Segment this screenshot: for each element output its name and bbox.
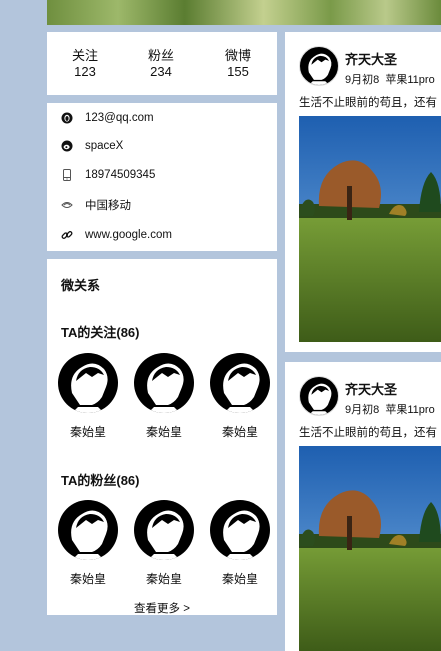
avatar[interactable] <box>210 500 270 560</box>
user-name: 秦始皇 <box>69 425 106 439</box>
carrier-text: 中国移动 <box>85 200 131 212</box>
post-device: 苹果11pro <box>385 74 435 86</box>
view-more-link[interactable]: 查看更多 > <box>47 600 277 616</box>
stat-label: 微博 <box>224 48 251 63</box>
avatar[interactable] <box>58 353 118 413</box>
user-name: 秦始皇 <box>145 572 182 586</box>
link-icon <box>61 229 73 241</box>
post-card: 齐天大圣 9月初8 苹果11pro 生活不止眼前的苟且，还有 <box>285 32 441 352</box>
avatar[interactable] <box>134 500 194 560</box>
stat-label: 粉丝 <box>147 48 174 63</box>
info-phone: 18974509345 <box>61 166 155 184</box>
stat-label: 关注 <box>71 48 98 63</box>
carrier-icon <box>61 199 73 211</box>
followers-title[interactable]: TA的粉丝(86) <box>61 470 139 489</box>
profile-banner <box>47 0 441 25</box>
post-device: 苹果11pro <box>385 404 435 416</box>
username-text: spaceX <box>85 140 124 152</box>
following-user[interactable]: 秦始皇 <box>133 353 195 440</box>
post-author[interactable]: 齐天大圣 <box>345 49 397 68</box>
stat-value: 234 <box>150 64 172 79</box>
email-text: 123@qq.com <box>85 112 154 124</box>
website-link[interactable]: www.google.com <box>85 229 172 241</box>
post-avatar[interactable] <box>299 46 339 86</box>
info-website[interactable]: www.google.com <box>61 226 172 244</box>
post-meta: 9月初8 苹果11pro <box>345 71 435 87</box>
relations-card: 微关系 TA的关注(86) 秦始皇 秦始皇 秦始皇 TA的粉丝(86) 秦始皇 … <box>47 259 277 615</box>
user-name: 秦始皇 <box>221 425 258 439</box>
info-carrier: 中国移动 <box>61 196 131 214</box>
post-date: 9月初8 <box>345 74 380 86</box>
info-email: 123@qq.com <box>61 109 154 127</box>
following-user[interactable]: 秦始皇 <box>57 353 119 440</box>
user-name: 秦始皇 <box>69 572 106 586</box>
avatar[interactable] <box>210 353 270 413</box>
relations-title: 微关系 <box>61 278 101 293</box>
post-text: 生活不止眼前的苟且，还有 <box>299 427 437 439</box>
weibo-icon <box>61 140 73 152</box>
post-photo[interactable] <box>299 446 441 651</box>
stat-followers[interactable]: 粉丝 234 <box>131 48 191 80</box>
following-user[interactable]: 秦始皇 <box>209 353 271 440</box>
stats-card: 关注 123 粉丝 234 微博 155 <box>47 32 277 95</box>
stat-posts[interactable]: 微博 155 <box>208 48 268 80</box>
post-meta: 9月初8 苹果11pro <box>345 401 435 417</box>
stat-value: 155 <box>227 64 249 79</box>
stat-value: 123 <box>74 64 96 79</box>
post-text: 生活不止眼前的苟且，还有 <box>299 97 437 109</box>
post-avatar[interactable] <box>299 376 339 416</box>
follower-user[interactable]: 秦始皇 <box>133 500 195 587</box>
phone-icon <box>61 169 73 181</box>
profile-info-card: 123@qq.com spaceX 18974509345 中国移动 www.g… <box>47 103 277 251</box>
post-photo[interactable] <box>299 116 441 342</box>
user-name: 秦始皇 <box>221 572 258 586</box>
qq-icon <box>61 112 73 124</box>
phone-text: 18974509345 <box>85 169 156 181</box>
avatar[interactable] <box>58 500 118 560</box>
info-username: spaceX <box>61 137 123 155</box>
follower-user[interactable]: 秦始皇 <box>57 500 119 587</box>
post-author[interactable]: 齐天大圣 <box>345 379 397 398</box>
follower-user[interactable]: 秦始皇 <box>209 500 271 587</box>
post-date: 9月初8 <box>345 404 380 416</box>
user-name: 秦始皇 <box>145 425 182 439</box>
avatar[interactable] <box>134 353 194 413</box>
post-card: 齐天大圣 9月初8 苹果11pro 生活不止眼前的苟且，还有 <box>285 362 441 651</box>
following-title[interactable]: TA的关注(86) <box>61 322 139 341</box>
stat-following[interactable]: 关注 123 <box>55 48 115 80</box>
